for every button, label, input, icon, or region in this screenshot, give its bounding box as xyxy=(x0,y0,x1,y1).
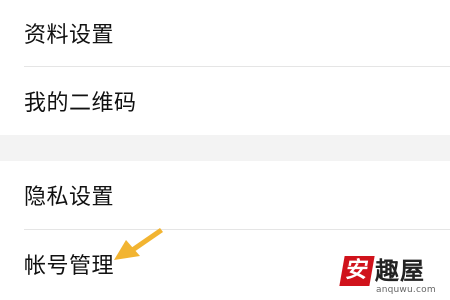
watermark-url: anquwu.com xyxy=(376,285,436,295)
settings-item-label: 隐私设置 xyxy=(24,185,115,210)
settings-item-privacy[interactable]: 隐私设置 xyxy=(0,161,450,229)
settings-item-label: 资料设置 xyxy=(24,23,115,48)
settings-item-qr-code[interactable]: 我的二维码 xyxy=(0,67,450,135)
watermark-logo: 安 趣屋 anquwu.com xyxy=(339,256,446,296)
settings-item-label: 我的二维码 xyxy=(24,91,137,116)
settings-group-profile: 资料设置 我的二维码 xyxy=(0,0,450,135)
settings-item-profile[interactable]: 资料设置 xyxy=(0,0,450,66)
settings-item-label: 帐号管理 xyxy=(24,254,115,279)
settings-page: 资料设置 我的二维码 隐私设置 帐号管理 安 趣屋 anquwu.com xyxy=(0,0,450,300)
watermark-text: 趣屋 xyxy=(375,257,425,285)
section-separator xyxy=(0,135,450,161)
watermark-char: 安 xyxy=(339,256,375,286)
pointer-arrow-icon xyxy=(114,228,163,260)
